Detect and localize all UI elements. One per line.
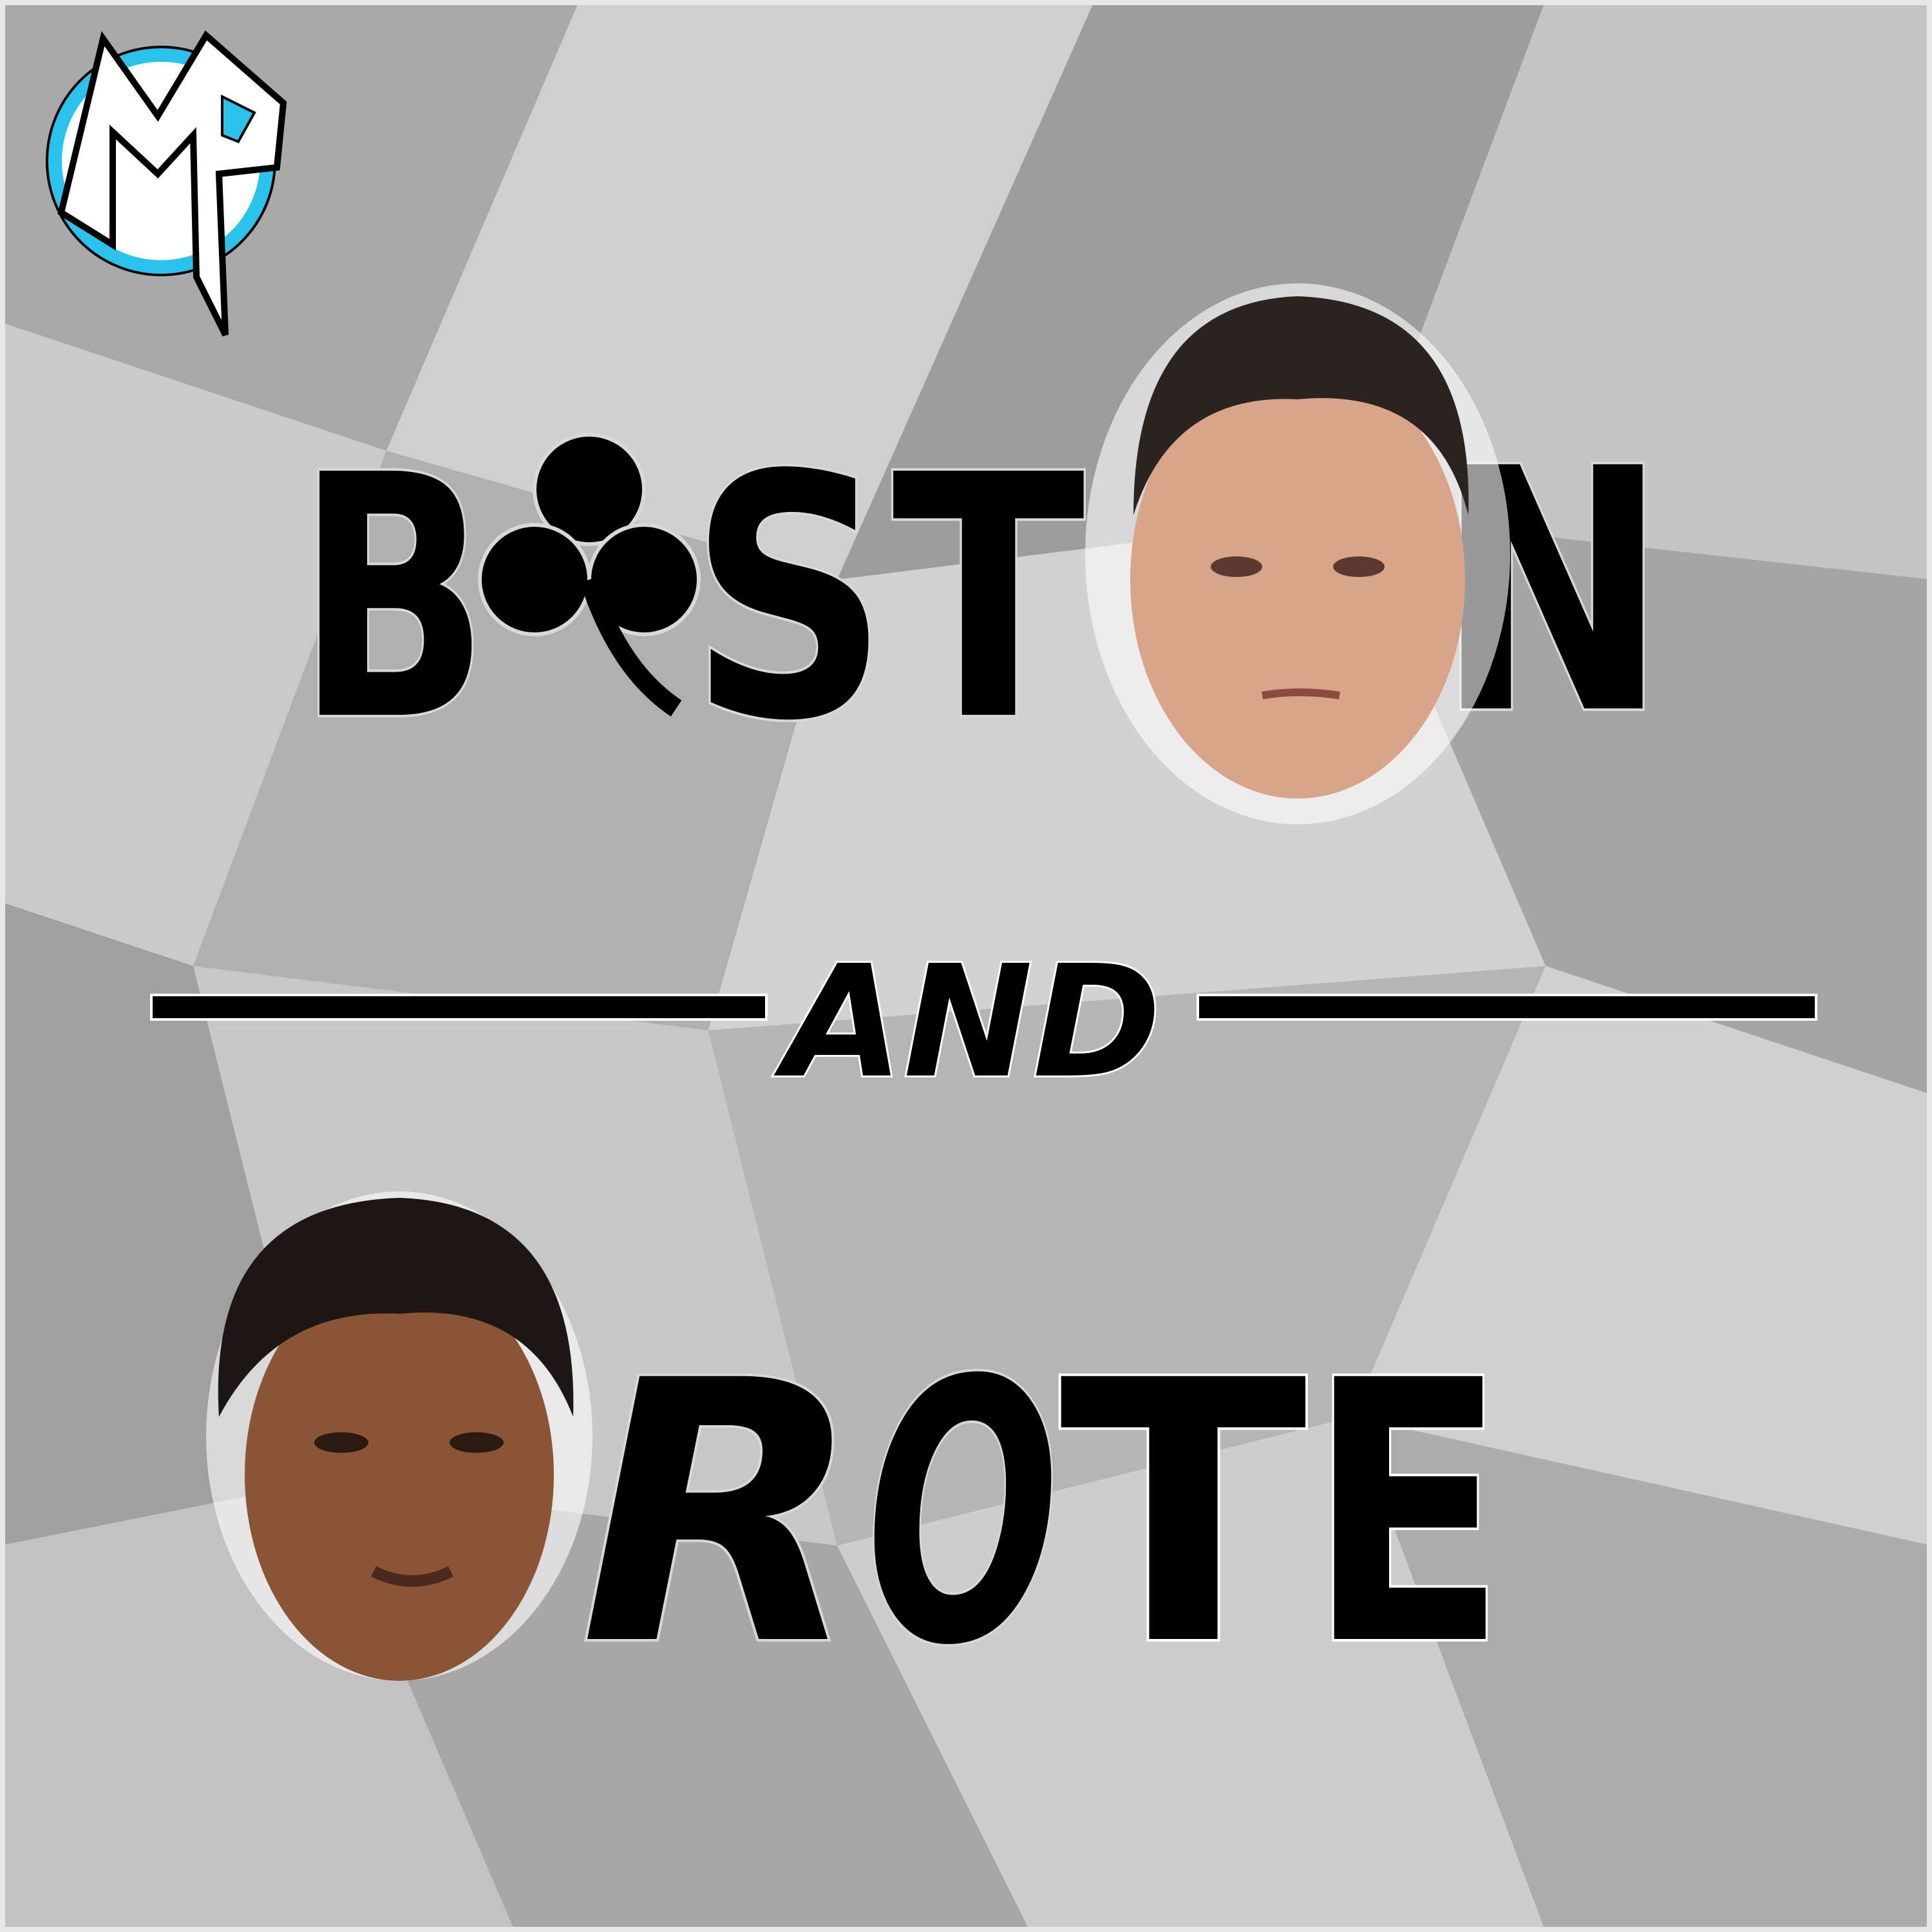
divider-right (1197, 994, 1817, 1021)
divider-left (150, 994, 768, 1021)
title-letter-b: B (296, 404, 489, 794)
title-letter-r: R (580, 1305, 863, 1725)
title-letter-t: T (1059, 1305, 1309, 1725)
and-label: AND (773, 932, 1161, 1112)
title-letter-s: S (689, 404, 889, 794)
title-letter-e: E (1307, 1305, 1507, 1725)
title-letter-t: T (892, 404, 1086, 794)
cover-art: B S T N AND R O T E (0, 0, 1932, 1932)
title-letter-o: O (866, 1305, 1059, 1725)
face-photo-top (1085, 283, 1510, 824)
face-photo-bottom (206, 1191, 592, 1681)
